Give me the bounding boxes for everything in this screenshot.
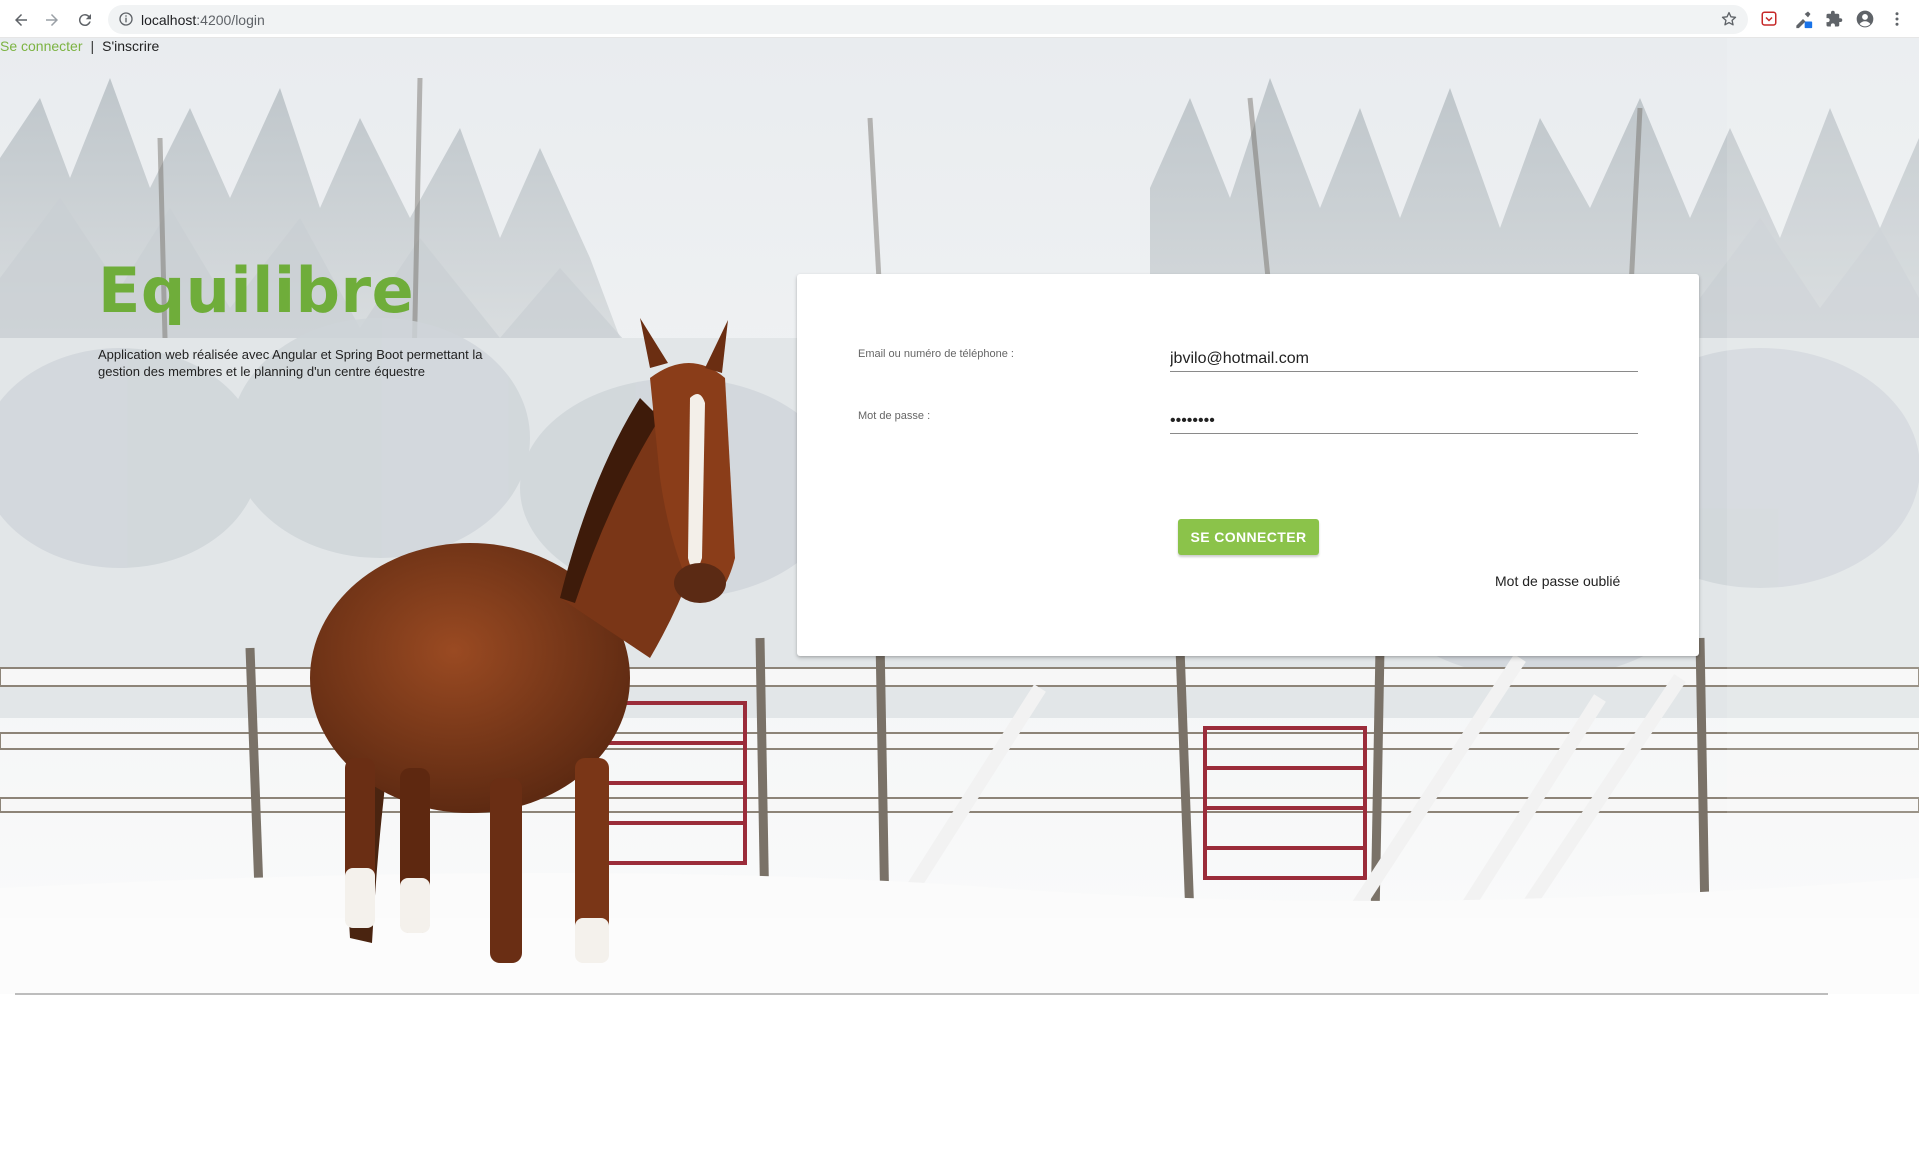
password-row: Mot de passe : [858,396,1638,436]
email-field[interactable] [1170,334,1638,372]
brand-block: Equilibre Application web réalisée avec … [98,260,508,380]
url-path: :4200/login [196,12,265,28]
site-info-icon[interactable] [118,11,134,27]
browser-toolbar: localhost:4200/login [0,0,1919,38]
back-button[interactable] [8,7,34,33]
nav-separator: | [90,38,95,54]
password-field[interactable] [1170,396,1638,434]
pocket-extension-button[interactable] [1758,8,1780,30]
nav-signup-link[interactable]: S'inscrire [102,38,159,54]
eyedropper-extension-button[interactable] [1792,8,1814,30]
profile-button[interactable] [1854,8,1876,30]
page-viewport: Se connecter | S'inscrire Equilibre Applic… [0,38,1919,1172]
footer-divider [15,993,1828,995]
pocket-extension-icon [1761,11,1777,26]
profile-avatar-icon [1856,10,1874,28]
reload-icon [78,14,91,27]
address-bar[interactable]: localhost:4200/login [108,5,1748,34]
brand-title: Equilibre [98,254,415,327]
extensions-button[interactable] [1823,8,1845,30]
bookmark-star-icon[interactable] [1720,10,1738,28]
url-host: localhost [141,12,197,28]
email-row: Email ou numéro de téléphone : [858,334,1638,374]
forward-button[interactable] [39,7,65,33]
login-card: Email ou numéro de téléphone : Mot de pa… [797,274,1699,656]
forward-arrow-icon [46,14,58,26]
url-text: localhost:4200/login [141,12,265,28]
browser-menu-button[interactable] [1886,8,1908,30]
kebab-menu-icon [1895,12,1899,26]
login-submit-button[interactable]: SE CONNECTER [1178,519,1319,555]
top-navigation: Se connecter | S'inscrire [0,38,159,54]
reload-button[interactable] [72,7,98,33]
nav-login-link[interactable]: Se connecter [0,38,83,54]
password-label: Mot de passe : [858,410,931,422]
brand-description: Application web réalisée avec Angular et… [98,347,483,379]
forgot-password-link[interactable]: Mot de passe oublié [1495,573,1620,589]
extensions-puzzle-icon [1826,10,1843,27]
eyedropper-extension-icon [1796,11,1813,29]
email-label: Email ou numéro de téléphone : [858,348,1014,360]
back-arrow-icon [15,14,27,26]
